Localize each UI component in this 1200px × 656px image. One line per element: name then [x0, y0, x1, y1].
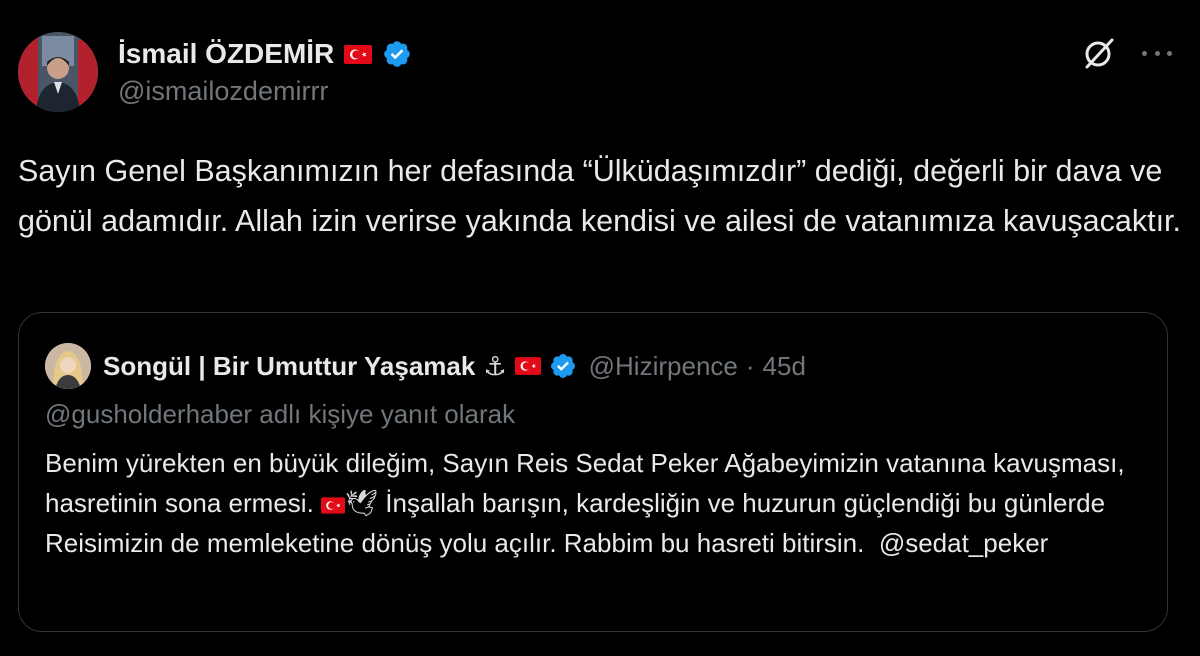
quoted-author-avatar-image — [45, 343, 91, 389]
separator-dot: · — [745, 350, 755, 381]
more-dot-icon — [1142, 50, 1147, 56]
quoted-author-handle[interactable]: @Hizirpence — [589, 351, 738, 382]
author-name-row: İsmail ÖZDEMİR — [118, 34, 412, 74]
author-avatar[interactable] — [18, 32, 98, 112]
mention-link[interactable]: @sedat_peker — [879, 528, 1049, 558]
quoted-tweet-card[interactable]: Songül | Bir Umuttur Yaşamak ⚓ @Hizirpen… — [18, 312, 1168, 632]
more-dot-icon — [1167, 50, 1172, 56]
author-display-name[interactable]: İsmail ÖZDEMİR — [118, 38, 334, 70]
turkey-flag-icon — [321, 496, 346, 514]
turkey-flag-icon — [344, 44, 373, 64]
author-avatar-image — [18, 32, 98, 112]
verified-badge-icon — [550, 354, 575, 378]
more-dot-icon — [1154, 50, 1160, 56]
anchor-icon: ⚓ — [483, 350, 507, 381]
grok-icon[interactable] — [1082, 36, 1116, 70]
more-options-icon[interactable] — [1142, 40, 1172, 66]
turkey-flag-icon — [514, 357, 541, 375]
dove-icon: 🕊 — [345, 488, 379, 518]
verified-badge-icon — [384, 41, 411, 67]
quoted-author-name[interactable]: Songül | Bir Umuttur Yaşamak — [103, 351, 475, 382]
author-handle[interactable]: @ismailozdemirrr — [118, 76, 328, 107]
reply-context[interactable]: @gusholderhaber adlı kişiye yanıt olarak — [45, 399, 515, 430]
tweet-text: Sayın Genel Başkanımızın her defasında “… — [18, 154, 1181, 238]
quoted-tweet-text: Benim yürekten en büyük dileğim, Sayın R… — [45, 443, 1150, 563]
quoted-tweet-header: Songül | Bir Umuttur Yaşamak ⚓ @Hizirpen… — [103, 345, 806, 387]
quoted-author-avatar[interactable] — [45, 343, 91, 389]
quoted-tweet-time[interactable]: 45d — [763, 351, 806, 382]
tweet-card: İsmail ÖZDEMİR @ismailozdemirrr Sayın Ge… — [0, 0, 1200, 656]
